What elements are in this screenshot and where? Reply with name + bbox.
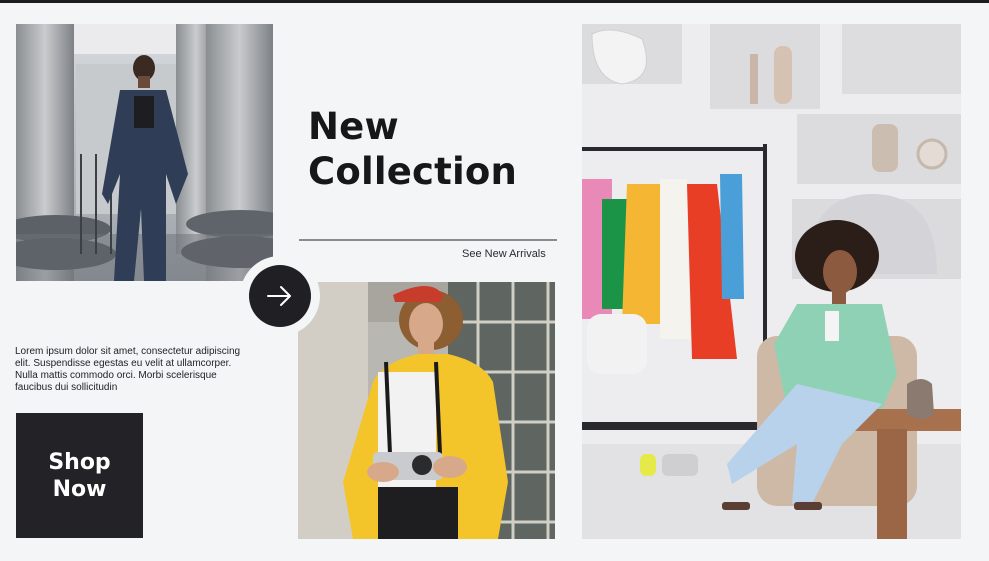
title-line-1: New [308,105,399,148]
shop-now-button[interactable]: Shop Now [16,413,143,538]
photo-yellow-raincoat [298,282,555,539]
arrow-right-icon [267,286,291,306]
page-title: New Collection [308,104,517,194]
next-arrow-button[interactable] [249,265,311,327]
top-border [0,0,989,3]
title-line-2: Collection [308,150,518,193]
shop-now-line-1: Shop [48,449,111,475]
shop-now-line-2: Now [52,476,107,502]
photo-navy-suit [16,24,273,281]
photo-mint-blazer [582,24,961,539]
intro-paragraph: Lorem ipsum dolor sit amet, consectetur … [15,346,241,393]
see-new-arrivals-link[interactable]: See New Arrivals [462,248,546,260]
title-divider [299,239,557,241]
